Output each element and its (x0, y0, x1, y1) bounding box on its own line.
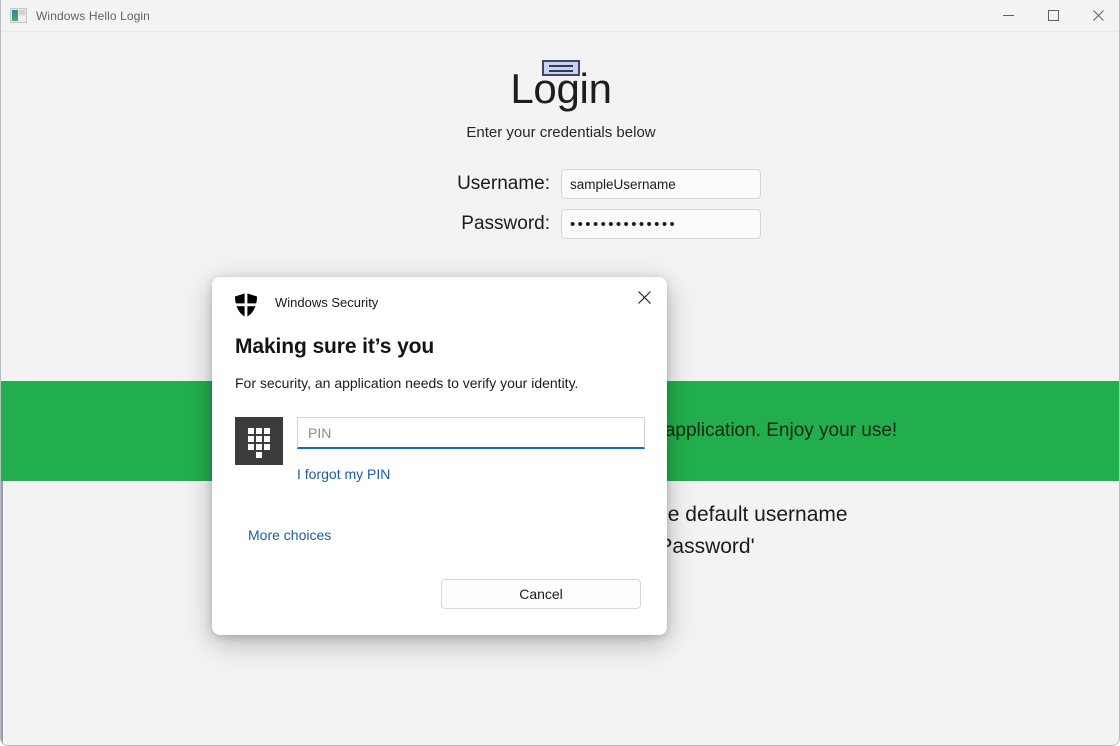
window-controls (986, 0, 1119, 31)
window-title: Windows Hello Login (36, 8, 150, 23)
app-window: Windows Hello Login Login Enter your cre… (0, 0, 1120, 746)
pin-fields: I forgot my PIN (297, 417, 645, 484)
page-content: Login Enter your credentials below Usern… (1, 31, 1119, 745)
maximize-icon[interactable] (1031, 0, 1076, 31)
username-row: Username: (1, 169, 1119, 199)
dialog-app-name: Windows Security (275, 295, 379, 310)
dialog-heading: Making sure it’s you (235, 335, 435, 358)
pin-row: I forgot my PIN (235, 417, 645, 484)
close-icon[interactable] (1076, 0, 1119, 31)
pin-keypad-icon (235, 417, 283, 465)
password-row: Password: (1, 209, 1119, 239)
pin-input[interactable] (297, 417, 645, 449)
username-input[interactable] (561, 169, 761, 199)
page-title: Login (510, 65, 612, 112)
minimize-icon[interactable] (986, 0, 1031, 31)
page-subtitle: Enter your credentials below (466, 124, 656, 141)
dialog-description: For security, an application needs to ve… (235, 375, 579, 391)
password-label: Password: (461, 213, 550, 234)
windows-security-shield-icon (235, 293, 257, 318)
more-choices-link[interactable]: More choices (248, 527, 331, 543)
dialog-close-icon[interactable] (621, 277, 667, 317)
left-edge-accent (1, 481, 3, 745)
windows-security-dialog: Windows Security Making sure it’s you Fo… (212, 277, 667, 635)
password-input[interactable] (561, 209, 761, 239)
username-label: Username: (457, 173, 550, 194)
titlebar: Windows Hello Login (1, 0, 1119, 32)
cancel-button[interactable]: Cancel (441, 579, 641, 609)
forgot-pin-link[interactable]: I forgot my PIN (297, 466, 390, 482)
app-window-icon (10, 8, 27, 23)
dialog-header: Windows Security (212, 277, 667, 319)
